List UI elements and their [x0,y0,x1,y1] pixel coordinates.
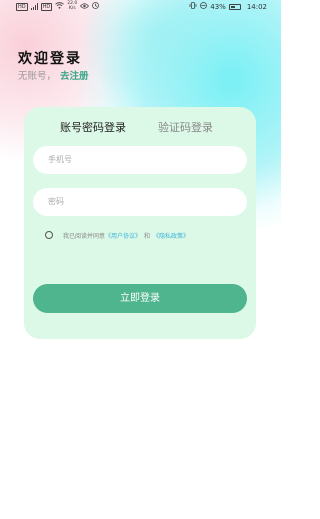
signal-icon [30,3,38,10]
password-input[interactable] [33,188,247,216]
battery-percent: 43% [210,2,226,11]
status-bar-right: 43% 14:02 [189,2,267,11]
login-screen: HD HD 22.0 K/s 43% 14:02 欢迎登录 无账号， 去注册 账… [0,0,281,519]
agreement-and: 和 [144,232,151,240]
network-speed: 22.0 K/s [67,1,77,11]
login-button[interactable]: 立即登录 [33,284,247,313]
vibrate-icon [189,2,197,11]
user-agreement-link[interactable]: 《用户协议》 [105,231,141,240]
agreement-prefix: 我已阅读并同意 [63,232,106,240]
status-bar-left: HD HD 22.0 K/s [16,1,100,11]
login-tabs: 账号密码登录 验证码登录 [24,119,256,135]
register-prompt: 无账号， 去注册 [18,68,89,82]
battery-icon [228,3,241,10]
login-card: 账号密码登录 验证码登录 我已阅读并同意 《用户协议》 和 《隐私政策》 立即登… [24,107,256,339]
dnd-icon [200,2,208,11]
sim2-hd-icon: HD [40,2,53,11]
notification-icon [92,2,100,11]
phone-input[interactable] [33,146,247,174]
eye-icon [80,2,90,11]
tab-password-login[interactable]: 账号密码登录 [60,119,126,135]
page-title: 欢迎登录 [18,51,82,67]
no-account-text: 无账号， [18,71,57,82]
wifi-icon [55,2,65,11]
agreement-checkbox[interactable] [45,231,53,239]
register-link[interactable]: 去注册 [60,71,89,82]
status-bar: HD HD 22.0 K/s 43% 14:02 [0,0,281,14]
sim1-hd-icon: HD [16,2,28,11]
agreement-row: 我已阅读并同意 《用户协议》 和 《隐私政策》 [45,229,189,241]
privacy-policy-link[interactable]: 《隐私政策》 [153,231,189,240]
tab-code-login[interactable]: 验证码登录 [158,119,213,135]
network-speed-unit: K/s [68,5,76,11]
clock: 14:02 [246,2,267,11]
